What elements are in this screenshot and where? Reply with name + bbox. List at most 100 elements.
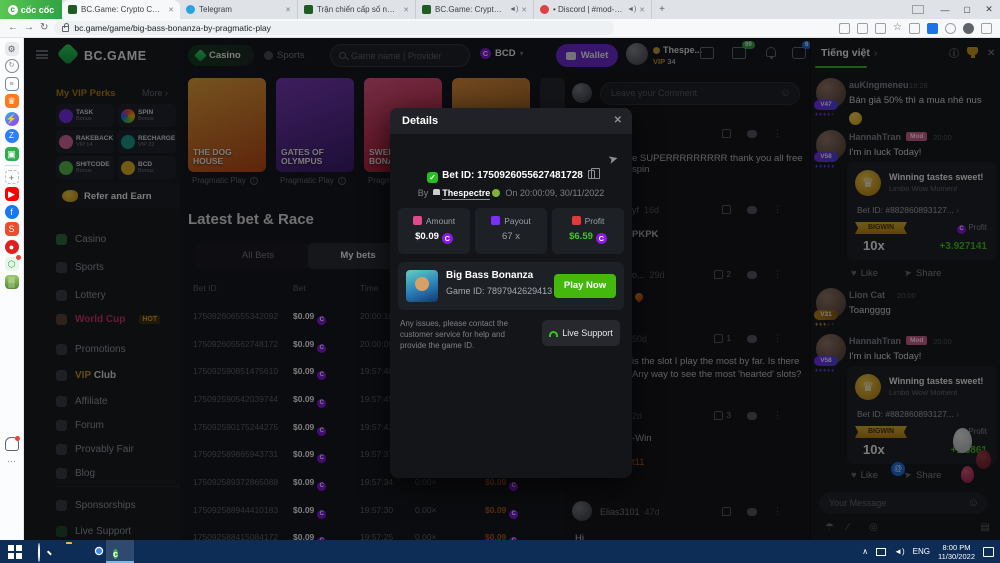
url-text: bc.game/game/big-bass-bonanza-by-pragmat… [74,23,271,33]
bcgame-favicon [68,5,77,14]
save-page-icon[interactable] [839,23,850,34]
games-controller-icon[interactable]: ▣ [5,147,19,161]
stat-payout: Payout67 x [475,208,547,254]
tab-bcgame-2[interactable]: BC.Game: Crypto Casino [416,0,534,19]
copy-icon[interactable] [588,170,595,179]
back-button[interactable] [8,23,18,33]
bet-by-line: By Thespectre On 20:00:09, 30/11/2022 [390,188,632,198]
tab-bcgame-1[interactable]: BC.Game: Crypto Casino Gan [62,0,180,19]
tab-audio-icon[interactable] [509,6,517,14]
browser-side-rail: ⚙ ↻ ≡ ♛ ⚡ Z ▣ + ▶ f S ● ⬡ ▒ ⋯ [0,38,24,540]
modal-close-icon[interactable] [614,108,622,134]
tab-telegram[interactable]: Telegram [180,0,298,19]
profit-icon [572,216,581,225]
game-name: Big Bass Bonanza [446,270,533,281]
brand-label: cốc cốc [21,5,55,15]
big-bass-bonanza-thumbnail[interactable] [406,270,438,302]
network-icon[interactable] [876,548,886,556]
secure-lock-icon[interactable] [62,26,69,32]
tab-audio-icon[interactable] [627,6,635,14]
support-note: Any issues, please contact the customer … [400,318,532,351]
new-tab-button[interactable]: + [652,0,672,19]
turtle-emoji [492,189,500,197]
reload-button[interactable] [40,23,48,33]
live-support-button[interactable]: Live Support [542,320,620,346]
telegram-favicon [186,5,195,14]
coccoc-brand[interactable]: ccốc cốc [0,0,62,19]
reading-list-icon[interactable]: ≡ [5,77,19,91]
stat-profit: Profit$6.59C [552,208,624,254]
coin-icon: C [596,233,607,244]
forward-button[interactable] [24,23,34,33]
downloads-tray-icon[interactable] [981,23,992,34]
language-indicator[interactable]: ENG [913,547,930,556]
tab-discord[interactable]: • Discord | #mod-anno [534,0,652,19]
amount-icon [413,216,422,225]
play-now-button[interactable]: Play Now [554,274,616,298]
incognito-icon[interactable] [945,23,956,34]
system-tray: ∧ ◄) ENG 8:00 PM11/30/2022 [862,540,994,563]
start-button[interactable] [8,544,23,559]
tab-limbo[interactable]: Trận chiến cấp số nhân chơi t [298,0,416,19]
vip-crown-icon[interactable]: ♛ [5,94,19,108]
browser-tab-bar: ccốc cốc BC.Game: Crypto Casino Gan Tele… [0,0,1000,19]
tab-close-icon[interactable] [285,6,291,14]
messenger-icon[interactable]: ⚡ [5,112,19,126]
add-app-icon[interactable]: + [5,170,19,184]
share-page-icon[interactable] [875,23,886,34]
discord-favicon [540,5,549,14]
headphones-icon [549,331,558,337]
payout-icon [491,216,500,225]
tray-expand-icon[interactable]: ∧ [862,547,868,556]
farm-game-icon[interactable]: ▒ [5,275,19,289]
coccoc-taskbar-icon[interactable]: c [113,544,128,559]
verified-check-icon [427,172,438,183]
bettor-username[interactable]: Thespectre [442,188,490,200]
bookmark-star-icon[interactable] [893,23,902,33]
reader-mode-icon[interactable] [912,5,924,14]
user-hat-icon [433,189,440,195]
red-app-icon[interactable]: ● [5,240,19,254]
taskbar-search-icon[interactable] [38,544,53,559]
clock[interactable]: 8:00 PM11/30/2022 [938,543,975,561]
game-id: Game ID: 7897942629413 [446,286,564,296]
history-clock-icon[interactable]: ↻ [5,59,19,73]
tab-close-icon[interactable] [403,6,409,14]
settings-gear-icon[interactable]: ⚙ [5,42,19,56]
bet-details-modal: Details Bet ID: 1750926055627481728 By T… [390,108,632,478]
minimize-button[interactable]: — [934,5,956,15]
close-window-button[interactable] [978,4,1000,15]
bet-id-line: Bet ID: 1750926055627481728 [390,170,632,183]
rail-divider [5,165,19,166]
tab-close-icon[interactable] [168,6,174,14]
stat-amount: Amount$0.09C [398,208,470,254]
tab-close-icon[interactable] [639,6,645,14]
bcgame-favicon [304,5,313,14]
chrome-icon[interactable] [92,544,107,559]
share-bet-icon[interactable] [606,151,619,167]
downloader-icon[interactable] [927,23,938,34]
windows-taskbar: c ∧ ◄) ENG 8:00 PM11/30/2022 [0,540,1000,563]
volume-icon[interactable]: ◄) [894,547,905,556]
rail-more-icon[interactable]: ⋯ [5,454,19,468]
translate-icon[interactable] [857,23,868,34]
facebook-icon[interactable]: f [5,205,19,219]
maximize-button[interactable]: ▢ [956,5,978,14]
bcgame-favicon [422,5,431,14]
zalo-icon[interactable]: Z [5,129,19,143]
tab-close-icon[interactable] [521,6,527,14]
coin-icon: C [442,233,453,244]
adblock-shield-icon[interactable] [909,23,920,34]
modal-title: Details [402,115,438,127]
file-explorer-icon[interactable] [66,544,81,559]
soccer-ball-icon[interactable]: ⬡ [5,257,19,271]
game-card: Big Bass Bonanza Game ID: 7897942629413 … [398,262,624,310]
action-center-icon[interactable] [983,547,994,557]
browser-address-bar: bc.game/game/big-bass-bonanza-by-pragmat… [0,19,1000,38]
shopee-icon[interactable]: S [5,222,19,236]
youtube-icon[interactable]: ▶ [5,187,19,201]
profile-avatar-icon[interactable] [963,23,974,34]
coccoc-logo-icon: c [8,5,18,15]
notification-bell-icon[interactable] [5,437,19,451]
url-field[interactable]: bc.game/game/big-bass-bonanza-by-pragmat… [54,21,614,35]
